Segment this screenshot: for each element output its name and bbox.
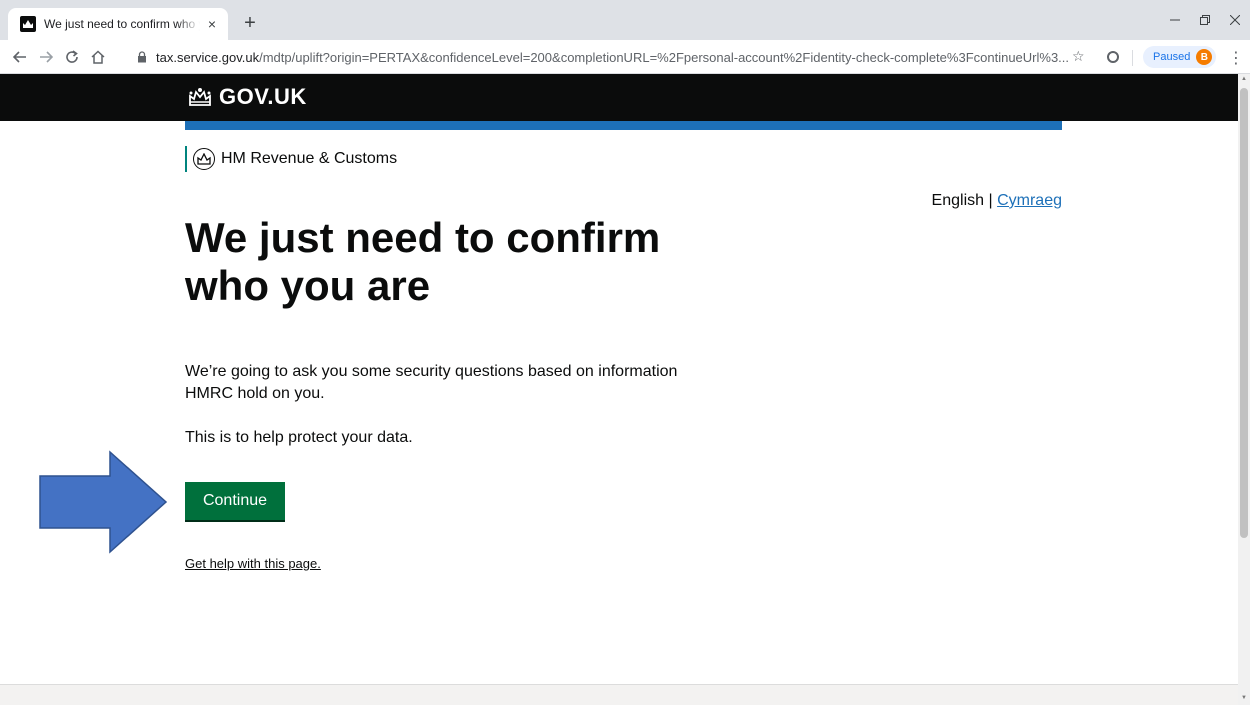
help-link[interactable]: Get help with this page. <box>185 556 321 571</box>
scrollbar[interactable]: ▲ ▼ <box>1238 74 1250 705</box>
forward-icon[interactable] <box>34 45 58 69</box>
address-bar[interactable]: tax.service.gov.uk/mdtp/uplift?origin=PE… <box>136 45 1102 69</box>
continue-button[interactable]: Continue <box>185 482 285 520</box>
language-separator: | <box>988 192 993 209</box>
profile-status: Paused <box>1153 51 1191 63</box>
menu-icon[interactable]: ⋮ <box>1228 48 1244 68</box>
header-underline <box>185 121 1062 130</box>
language-link-welsh[interactable]: Cymraeg <box>997 192 1062 209</box>
scroll-down-icon[interactable]: ▼ <box>1240 695 1248 703</box>
crown-icon <box>20 16 36 32</box>
browser-toolbar: tax.service.gov.uk/mdtp/uplift?origin=PE… <box>0 40 1250 74</box>
language-current: English <box>931 192 985 209</box>
restore-icon[interactable] <box>1190 8 1220 32</box>
window-close-icon[interactable] <box>1220 8 1250 32</box>
intro-text: We’re going to ask you some security que… <box>185 363 678 402</box>
url-text: tax.service.gov.uk/mdtp/uplift?origin=PE… <box>156 49 1070 65</box>
lock-icon <box>138 51 146 63</box>
new-tab-button[interactable]: + <box>238 12 262 36</box>
scroll-thumb[interactable] <box>1240 88 1248 538</box>
department-banner: HM Revenue & Customs <box>185 146 397 172</box>
language-toggle: English | Cymraeg <box>932 192 1062 210</box>
reload-icon[interactable] <box>60 45 84 69</box>
scroll-up-icon[interactable]: ▲ <box>1240 76 1248 84</box>
close-icon[interactable]: × <box>204 16 220 32</box>
browser-tab-bar: We just need to confirm who you are × + <box>0 0 1250 40</box>
browser-tab[interactable]: We just need to confirm who you are × <box>8 8 228 40</box>
home-icon[interactable] <box>86 45 110 69</box>
back-icon[interactable] <box>8 45 32 69</box>
page-title: We just need to confirm who you are <box>185 214 661 309</box>
crown-icon <box>189 88 211 106</box>
govuk-header: GOV.UK <box>0 74 1238 121</box>
toolbar-divider <box>1132 50 1133 66</box>
govuk-logo-link[interactable]: GOV.UK <box>187 84 307 110</box>
footer-strip <box>0 684 1238 705</box>
avatar: B <box>1196 49 1213 65</box>
purpose-text: This is to help protect your data. <box>185 429 413 446</box>
department-name: HM Revenue & Customs <box>221 150 398 167</box>
extension-icon[interactable] <box>1107 51 1119 63</box>
arrow-annotation-icon <box>39 450 168 554</box>
profile-button[interactable]: Paused B <box>1143 46 1217 68</box>
govuk-logo-text: GOV.UK <box>219 84 307 109</box>
minimize-icon[interactable] <box>1160 8 1190 32</box>
page-viewport: GOV.UK HM Revenue & Customs English | Cy… <box>0 74 1238 705</box>
star-icon[interactable]: ☆ <box>1072 48 1085 65</box>
tab-title: We just need to confirm who you are <box>44 17 200 31</box>
crest-icon <box>193 148 215 170</box>
